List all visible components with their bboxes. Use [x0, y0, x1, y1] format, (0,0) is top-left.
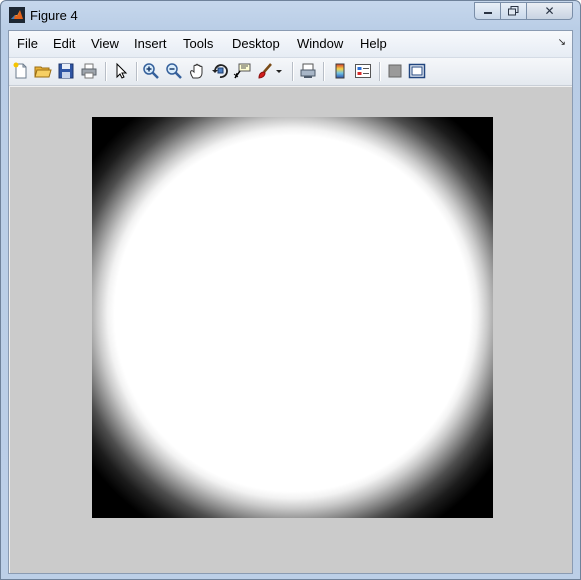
edit-plot-arrow-icon[interactable] [112, 62, 130, 80]
pan-hand-icon[interactable] [188, 62, 206, 80]
insert-colorbar-icon[interactable] [331, 62, 349, 80]
insert-legend-icon[interactable] [354, 62, 372, 80]
menu-bar: File Edit View Insert Tools Desktop Wind… [9, 31, 572, 58]
menu-insert[interactable]: Insert [134, 36, 167, 51]
window-title: Figure 4 [30, 8, 78, 23]
data-cursor-icon[interactable] [233, 62, 251, 80]
menu-help[interactable]: Help [360, 36, 387, 51]
figure-client-area: File Edit View Insert Tools Desktop Wind… [8, 30, 573, 574]
hide-plot-tools-icon[interactable] [386, 62, 404, 80]
toolbar-separator [379, 62, 380, 81]
title-bar[interactable]: Figure 4 ✕ [1, 1, 580, 29]
brush-dropdown-icon[interactable] [275, 62, 283, 80]
zoom-out-icon[interactable] [165, 62, 183, 80]
minimize-button[interactable] [474, 2, 501, 20]
figure-canvas[interactable] [10, 87, 572, 573]
new-figure-icon[interactable] [12, 62, 30, 80]
save-figure-icon[interactable] [57, 62, 75, 80]
toolbar-separator [292, 62, 293, 81]
brush-icon[interactable] [256, 62, 274, 80]
link-plot-icon[interactable] [299, 62, 317, 80]
radial-gradient-disk-image[interactable] [92, 117, 493, 518]
figure-toolbar [9, 58, 572, 86]
menu-edit[interactable]: Edit [53, 36, 75, 51]
show-plot-tools-icon[interactable] [408, 62, 426, 80]
toolbar-separator [105, 62, 106, 81]
minimize-icon [483, 12, 492, 14]
maximize-icon [508, 6, 519, 16]
figure-window: Figure 4 ✕ File Edit View Insert Tools D… [0, 0, 581, 580]
print-figure-icon[interactable] [80, 62, 98, 80]
open-file-icon[interactable] [34, 62, 52, 80]
toolbar-separator [136, 62, 137, 81]
matlab-logo-icon [9, 7, 25, 23]
menu-window[interactable]: Window [297, 36, 343, 51]
menu-view[interactable]: View [91, 36, 119, 51]
close-button[interactable]: ✕ [526, 2, 573, 20]
toolbar-separator [323, 62, 324, 81]
maximize-button[interactable] [500, 2, 527, 20]
dock-arrow-icon[interactable]: ↘ [558, 37, 566, 48]
close-icon: ✕ [544, 4, 555, 18]
zoom-in-icon[interactable] [142, 62, 160, 80]
menu-tools[interactable]: Tools [183, 36, 213, 51]
menu-file[interactable]: File [17, 36, 38, 51]
rotate-3d-icon[interactable] [211, 62, 229, 80]
menu-desktop[interactable]: Desktop [232, 36, 280, 51]
